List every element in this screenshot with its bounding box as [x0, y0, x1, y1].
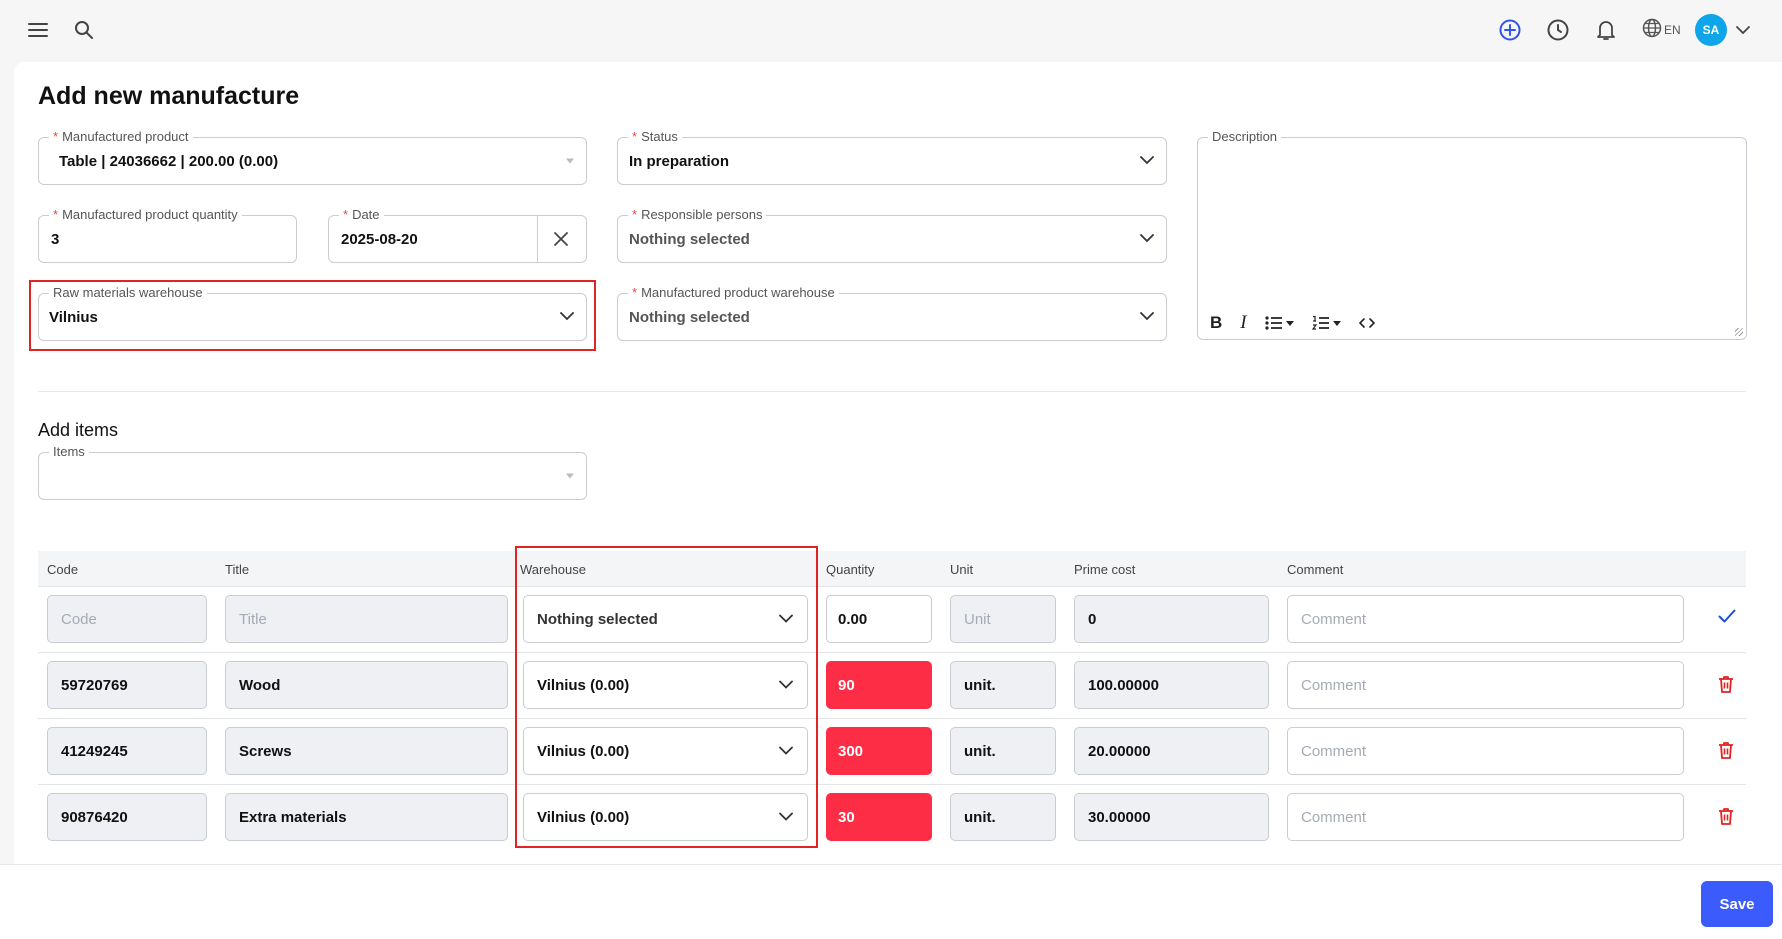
unit-cell[interactable]: unit.	[950, 727, 1056, 775]
title-cell[interactable]: Wood	[225, 661, 508, 709]
top-bar: EN SA	[0, 0, 1782, 60]
save-button[interactable]: Save	[1701, 881, 1773, 927]
col-prime-cost: Prime cost	[1074, 561, 1136, 577]
chevron-down-icon[interactable]	[1733, 20, 1753, 40]
comment-input[interactable]: Comment	[1287, 661, 1684, 709]
status-value: In preparation	[629, 152, 730, 170]
table-row: 41249245 Screws Vilnius (0.00) 300 unit.…	[38, 719, 1746, 785]
title-input[interactable]: Title	[225, 595, 508, 643]
manufactured-product-value: Table | 24036662 | 200.00 (0.00)	[59, 152, 279, 170]
raw-materials-warehouse-value: Vilnius	[49, 308, 98, 326]
search-icon[interactable]	[72, 18, 96, 42]
italic-icon[interactable]: I	[1240, 313, 1246, 333]
col-title: Title	[225, 561, 250, 577]
bullet-list-icon[interactable]	[1265, 315, 1294, 331]
title-cell[interactable]: Screws	[225, 727, 508, 775]
code-input[interactable]: Code	[47, 595, 207, 643]
quantity-input[interactable]: 30	[826, 793, 932, 841]
quantity-input[interactable]: * Manufactured product quantity 3	[38, 207, 297, 263]
unit-cell[interactable]: unit.	[950, 661, 1056, 709]
unit-input[interactable]: Unit	[950, 595, 1056, 643]
prime-cost-cell[interactable]: 20.00000	[1074, 727, 1269, 775]
description-editor[interactable]: Description B I	[1197, 129, 1747, 340]
code-view-icon[interactable]	[1358, 317, 1375, 329]
code-cell[interactable]: 90876420	[47, 793, 207, 841]
prime-cost-cell[interactable]: 30.00000	[1074, 793, 1269, 841]
product-warehouse-select[interactable]: * Manufactured product warehouse Nothing …	[617, 285, 1167, 341]
quantity-input[interactable]: 90	[826, 661, 932, 709]
items-table-header: Code Title Warehouse Quantity Unit Prime…	[38, 551, 1746, 587]
chevron-down-icon	[1140, 308, 1154, 326]
quantity-input[interactable]: 0.00	[826, 595, 932, 643]
prime-cost-input[interactable]: 0	[1074, 595, 1269, 643]
date-clear-divider	[537, 216, 538, 262]
table-row-new: Code Title Nothing selected 0.00 Unit 0 …	[38, 587, 1746, 653]
trash-icon[interactable]	[1718, 807, 1734, 830]
table-row: 90876420 Extra materials Vilnius (0.00) …	[38, 785, 1746, 851]
language-label: EN	[1664, 22, 1681, 37]
manufactured-product-select[interactable]: * Manufactured product Table | 24036662 |…	[38, 129, 587, 185]
col-quantity: Quantity	[826, 561, 875, 577]
description-label: Description	[1208, 129, 1282, 145]
table-row: 59720769 Wood Vilnius (0.00) 90 unit. 10…	[38, 653, 1746, 719]
items-select[interactable]: Items	[38, 444, 587, 500]
responsible-persons-select[interactable]: * Responsible persons Nothing selected	[617, 207, 1167, 263]
add-items-title: Add items	[38, 420, 119, 440]
chevron-down-icon	[1140, 230, 1154, 248]
product-warehouse-value: Nothing selected	[629, 308, 750, 326]
date-input[interactable]: * Date 2025-08-20	[328, 207, 587, 263]
comment-input[interactable]: Comment	[1287, 595, 1684, 643]
page-title: Add new manufacture	[38, 82, 300, 110]
menu-icon[interactable]	[26, 18, 50, 42]
dropdown-triangle-icon	[566, 158, 574, 164]
raw-materials-warehouse-select[interactable]: Raw materials warehouse Vilnius	[38, 285, 587, 341]
unit-cell[interactable]: unit.	[950, 793, 1056, 841]
quantity-input[interactable]: 300	[826, 727, 932, 775]
section-divider	[38, 391, 1746, 392]
comment-input[interactable]: Comment	[1287, 727, 1684, 775]
numbered-list-icon[interactable]	[1311, 315, 1341, 331]
globe-icon	[1642, 18, 1662, 41]
title-cell[interactable]: Extra materials	[225, 793, 508, 841]
col-code: Code	[47, 561, 79, 577]
check-icon[interactable]	[1718, 609, 1736, 628]
avatar[interactable]: SA	[1695, 14, 1727, 46]
resize-handle[interactable]	[1735, 328, 1743, 336]
editor-toolbar: B I	[1210, 313, 1375, 333]
date-value: 2025-08-20	[341, 230, 418, 248]
items-label: Items	[49, 444, 89, 460]
dropdown-triangle-icon	[566, 473, 574, 479]
close-icon[interactable]	[553, 231, 569, 252]
highlight-box-warehouse-column	[515, 546, 818, 848]
comment-input[interactable]: Comment	[1287, 793, 1684, 841]
code-cell[interactable]: 41249245	[47, 727, 207, 775]
language-switcher[interactable]: EN	[1642, 18, 1681, 41]
responsible-persons-value: Nothing selected	[629, 230, 750, 248]
chevron-down-icon	[1140, 152, 1154, 170]
footer-bar: Save	[0, 864, 1782, 939]
main-card: Add new manufacture * Manufactured produc…	[14, 62, 1782, 864]
clock-icon[interactable]	[1546, 18, 1570, 42]
quantity-value: 3	[51, 230, 60, 248]
status-select[interactable]: * Status In preparation	[617, 129, 1167, 185]
trash-icon[interactable]	[1718, 741, 1734, 764]
code-cell[interactable]: 59720769	[47, 661, 207, 709]
bold-icon[interactable]: B	[1210, 313, 1222, 333]
prime-cost-cell[interactable]: 100.00000	[1074, 661, 1269, 709]
bell-icon[interactable]	[1594, 18, 1618, 42]
col-unit: Unit	[950, 561, 974, 577]
quantity-label: * Manufactured product quantity	[49, 207, 242, 223]
col-comment: Comment	[1287, 561, 1344, 577]
plus-circle-icon[interactable]	[1498, 18, 1522, 42]
trash-icon[interactable]	[1718, 675, 1734, 698]
chevron-down-icon	[560, 308, 574, 326]
